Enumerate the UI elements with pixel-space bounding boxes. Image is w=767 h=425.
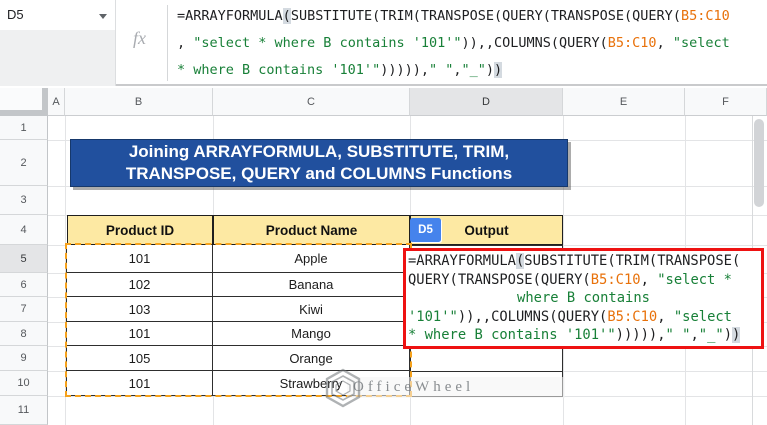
formula-token: , bbox=[640, 271, 658, 288]
output-formula-line[interactable]: '101'")),,COLUMNS(QUERY(B5:C10, "select bbox=[408, 308, 759, 327]
formula-token: , bbox=[690, 327, 699, 344]
formula-toolbar: D5 fx =ARRAYFORMULA(SUBSTITUTE(TRIM(TRAN… bbox=[0, 0, 767, 86]
output-formula-line[interactable]: =ARRAYFORMULA(SUBSTITUTE(TRIM(TRANSPOSE( bbox=[408, 252, 759, 271]
header-cell-product-name[interactable]: Product Name bbox=[213, 215, 410, 245]
name-box[interactable]: D5 bbox=[7, 7, 24, 22]
title-banner-line1: Joining ARRAYFORMULA, SUBSTITUTE, TRIM, bbox=[128, 142, 510, 161]
output-formula-line[interactable]: * where B contains '101'")))))," ","_")) bbox=[408, 326, 759, 345]
column-header-d[interactable]: D bbox=[410, 88, 563, 116]
output-cell-d5[interactable]: =ARRAYFORMULA(SUBSTITUTE(TRIM(TRANSPOSE(… bbox=[403, 248, 764, 349]
spreadsheet-app: D5 fx =ARRAYFORMULA(SUBSTITUTE(TRIM(TRAN… bbox=[0, 0, 767, 425]
formula-token: ))))) bbox=[615, 327, 658, 344]
row-header-1[interactable]: 1 bbox=[0, 116, 48, 140]
formula-token: )),,COLUMNS(QUERY( bbox=[457, 308, 608, 325]
row-header-8[interactable]: 8 bbox=[0, 322, 48, 346]
formula-token: =ARRAYFORMULA bbox=[408, 253, 516, 269]
formula-token: ) bbox=[723, 327, 732, 344]
name-box-panel bbox=[0, 30, 115, 86]
name-box-dropdown-icon[interactable] bbox=[99, 14, 107, 19]
formula-line[interactable]: =ARRAYFORMULA(SUBSTITUTE(TRIM(TRANSPOSE(… bbox=[177, 3, 765, 30]
formula-token: , bbox=[657, 308, 674, 325]
formula-token: ) bbox=[485, 62, 495, 78]
formula-token: "select bbox=[673, 308, 732, 325]
row-header-3[interactable]: 3 bbox=[0, 186, 48, 215]
formula-token: , bbox=[453, 62, 462, 78]
row-header-4[interactable]: 4 bbox=[0, 215, 48, 245]
row-header-9[interactable]: 9 bbox=[0, 346, 48, 371]
formula-token: B5:C10 bbox=[680, 8, 730, 24]
formula-token: SUBSTITUTE(TRIM(TRANSPOSE(QUERY(TRANSPOS… bbox=[290, 8, 681, 24]
formula-token: * where B contains '101'" bbox=[177, 62, 381, 78]
output-formula-line[interactable]: where B contains bbox=[408, 289, 759, 308]
formula-token: where B contains bbox=[517, 290, 650, 307]
formula-token: =ARRAYFORMULA bbox=[177, 8, 283, 24]
title-banner-line2: TRANSPOSE, QUERY and COLUMNS Functions bbox=[125, 164, 513, 183]
formula-line[interactable]: , "select * where B contains '101'")),,C… bbox=[177, 30, 765, 57]
formula-token: QUERY(TRANSPOSE(QUERY( bbox=[408, 271, 591, 288]
formula-token: )),,COLUMNS(QUERY( bbox=[461, 35, 608, 51]
formula-token: "select * where B contains '101'" bbox=[193, 35, 462, 51]
formula-token: " " bbox=[428, 62, 454, 78]
row-header-10[interactable]: 10 bbox=[0, 371, 48, 396]
scrollbar-thumb[interactable] bbox=[754, 119, 764, 207]
formula-token: "select * bbox=[657, 271, 732, 288]
formula-token: ))))) bbox=[380, 62, 421, 78]
fx-icon: fx bbox=[133, 28, 146, 48]
output-formula-line[interactable]: QUERY(TRANSPOSE(QUERY(B5:C10, "select * bbox=[408, 271, 759, 290]
column-header-f[interactable]: F bbox=[685, 88, 767, 116]
row-header-7[interactable]: 7 bbox=[0, 297, 48, 322]
title-banner: Joining ARRAYFORMULA, SUBSTITUTE, TRIM, … bbox=[70, 139, 568, 187]
table-cell-output[interactable] bbox=[410, 346, 563, 372]
header-cell-product-id[interactable]: Product ID bbox=[67, 215, 213, 245]
formula-token: * where B contains '101'" bbox=[408, 327, 616, 344]
range-highlight-border bbox=[65, 243, 412, 397]
formula-token: "_" bbox=[698, 327, 724, 344]
formula-token: '101'" bbox=[408, 308, 458, 325]
formula-token: , bbox=[657, 327, 666, 344]
formula-token: , bbox=[420, 62, 429, 78]
column-header-b[interactable]: B bbox=[65, 88, 213, 116]
divider bbox=[115, 0, 116, 86]
formula-token: , bbox=[656, 35, 673, 51]
formula-token: ) bbox=[732, 327, 741, 344]
row-header-11[interactable]: 11 bbox=[0, 396, 48, 425]
formula-token: "_" bbox=[461, 62, 486, 78]
formula-token: " " bbox=[665, 327, 691, 344]
formula-token: B5:C10 bbox=[607, 308, 658, 325]
row-header-6[interactable]: 6 bbox=[0, 273, 48, 297]
row-header-2[interactable]: 2 bbox=[0, 140, 48, 186]
formula-token: B5:C10 bbox=[607, 35, 657, 51]
column-header-e[interactable]: E bbox=[563, 88, 685, 116]
column-header-a[interactable]: A bbox=[48, 88, 65, 116]
formula-line[interactable]: * where B contains '101'")))))," ","_")) bbox=[177, 57, 765, 84]
column-header-c[interactable]: C bbox=[213, 88, 410, 116]
row-header-5[interactable]: 5 bbox=[0, 245, 48, 273]
formula-token: "select bbox=[672, 35, 730, 51]
formula-token: ) bbox=[494, 62, 503, 78]
formula-token: SUBSTITUTE(TRIM(TRANSPOSE( bbox=[524, 253, 741, 269]
cell-reference-badge: D5 bbox=[410, 218, 441, 242]
divider bbox=[167, 5, 168, 81]
formula-input[interactable]: =ARRAYFORMULA(SUBSTITUTE(TRIM(TRANSPOSE(… bbox=[177, 3, 765, 85]
table-cell-output[interactable] bbox=[410, 371, 563, 397]
formula-token: B5:C10 bbox=[590, 271, 641, 288]
formula-token: ( bbox=[282, 8, 291, 24]
formula-token: , bbox=[177, 35, 194, 51]
